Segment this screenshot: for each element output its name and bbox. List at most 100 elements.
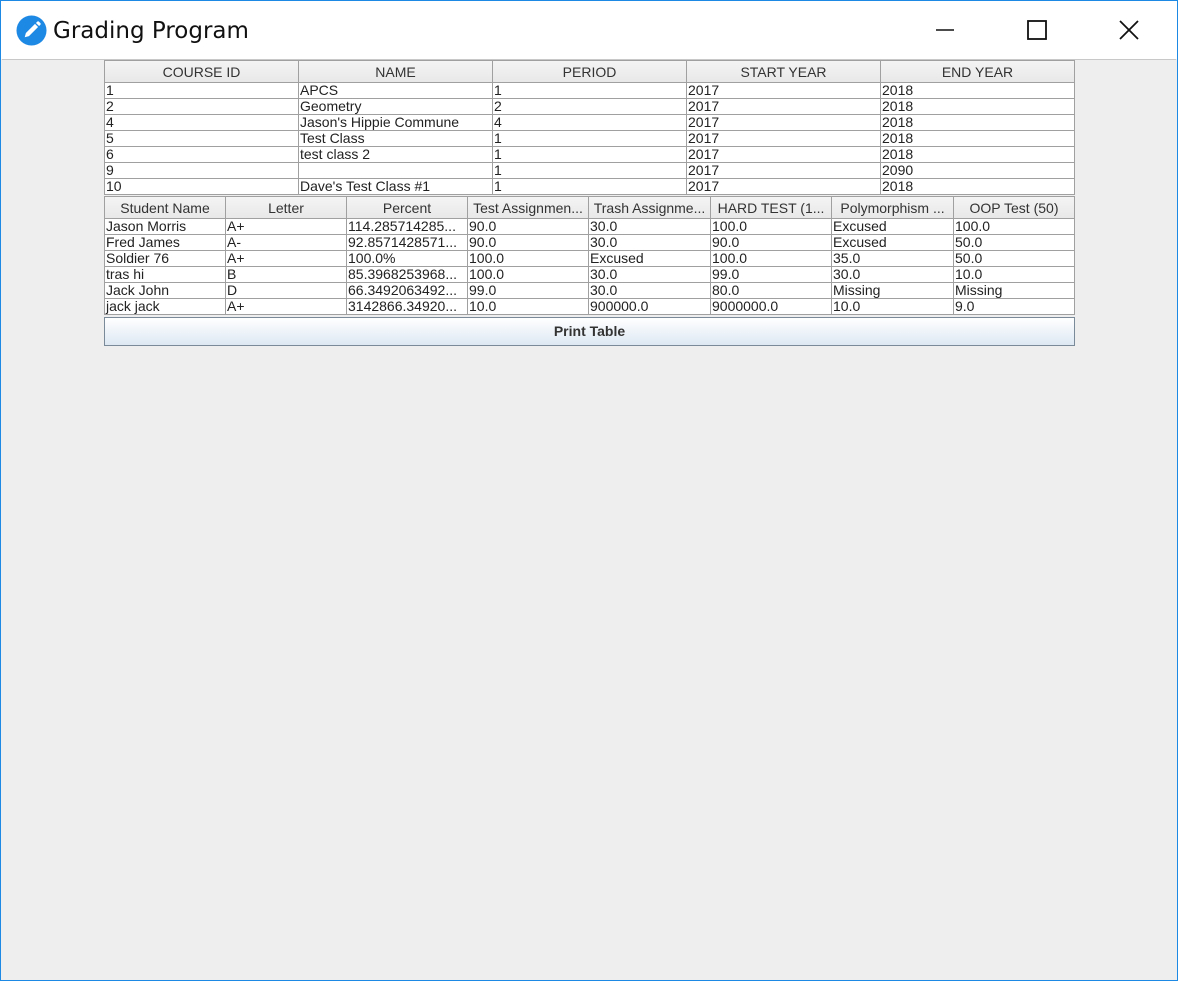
student-row[interactable]: Fred James A- 92.8571428571... 90.0 30.0 90.0… (105, 235, 1075, 251)
column-header-course-id[interactable]: COURSE ID (105, 60, 299, 83)
course-row[interactable]: 6 test class 2 1 2017 2018 (105, 147, 1075, 163)
column-header-oop-test[interactable]: OOP Test (50) (954, 196, 1075, 219)
table-cell[interactable]: B (226, 267, 347, 283)
column-header-end-year[interactable]: END YEAR (881, 60, 1075, 83)
course-row[interactable]: 2 Geometry 2 2017 2018 (105, 99, 1075, 115)
column-header-trash-assignment[interactable]: Trash Assignme... (589, 196, 711, 219)
table-cell[interactable]: APCS (299, 83, 493, 99)
table-cell[interactable]: 2017 (687, 83, 881, 99)
table-cell[interactable]: tras hi (105, 267, 226, 283)
table-cell[interactable]: 2017 (687, 179, 881, 195)
table-cell[interactable]: D (226, 283, 347, 299)
title-bar[interactable]: Grading Program (1, 1, 1177, 59)
table-cell[interactable]: Missing (954, 283, 1075, 299)
column-header-student-name[interactable]: Student Name (105, 196, 226, 219)
table-cell[interactable]: 6 (105, 147, 299, 163)
table-cell[interactable]: 99.0 (468, 283, 589, 299)
table-cell[interactable]: 2 (493, 99, 687, 115)
student-row[interactable]: Jason Morris A+ 114.285714285... 90.0 30.0 10… (105, 219, 1075, 235)
table-cell[interactable]: 2018 (881, 115, 1075, 131)
table-cell[interactable]: 2018 (881, 83, 1075, 99)
table-cell[interactable]: A+ (226, 219, 347, 235)
table-cell[interactable]: 2018 (881, 147, 1075, 163)
table-cell[interactable]: 85.3968253968... (347, 267, 468, 283)
table-cell[interactable]: 35.0 (832, 251, 954, 267)
table-cell[interactable]: 66.3492063492... (347, 283, 468, 299)
table-cell[interactable]: 10.0 (832, 299, 954, 315)
table-cell[interactable]: Jack John (105, 283, 226, 299)
column-header-hard-test[interactable]: HARD TEST (1... (711, 196, 832, 219)
course-row[interactable]: 10 Dave's Test Class #1 1 2017 2018 (105, 179, 1075, 195)
table-cell[interactable]: 2 (105, 99, 299, 115)
table-cell[interactable]: 2018 (881, 179, 1075, 195)
column-header-start-year[interactable]: START YEAR (687, 60, 881, 83)
course-row[interactable]: 9 1 2017 2090 (105, 163, 1075, 179)
table-cell[interactable]: 100.0 (954, 219, 1075, 235)
student-row[interactable]: Jack John D 66.3492063492... 99.0 30.0 80.0 Mi… (105, 283, 1075, 299)
table-cell[interactable]: Excused (832, 235, 954, 251)
table-cell[interactable]: 30.0 (832, 267, 954, 283)
table-cell[interactable]: 30.0 (589, 219, 711, 235)
column-header-period[interactable]: PERIOD (493, 60, 687, 83)
table-cell[interactable]: 5 (105, 131, 299, 147)
table-cell[interactable]: 114.285714285... (347, 219, 468, 235)
table-cell[interactable]: Soldier 76 (105, 251, 226, 267)
table-cell[interactable]: 3142866.34920... (347, 299, 468, 315)
table-cell[interactable]: 99.0 (711, 267, 832, 283)
table-cell[interactable]: 50.0 (954, 235, 1075, 251)
table-cell[interactable]: 100.0% (347, 251, 468, 267)
table-cell[interactable]: 900000.0 (589, 299, 711, 315)
course-row[interactable]: 5 Test Class 1 2017 2018 (105, 131, 1075, 147)
column-header-polymorphism[interactable]: Polymorphism ... (832, 196, 954, 219)
table-cell[interactable]: A- (226, 235, 347, 251)
table-cell[interactable]: 100.0 (711, 251, 832, 267)
table-cell[interactable]: 50.0 (954, 251, 1075, 267)
course-row[interactable]: 4 Jason's Hippie Commune 4 2017 2018 (105, 115, 1075, 131)
table-cell[interactable]: 1 (493, 179, 687, 195)
column-header-name[interactable]: NAME (299, 60, 493, 83)
table-cell[interactable]: 2018 (881, 99, 1075, 115)
minimize-button[interactable] (899, 1, 991, 59)
table-cell[interactable]: 2017 (687, 115, 881, 131)
table-cell[interactable]: 9000000.0 (711, 299, 832, 315)
table-cell[interactable]: A+ (226, 299, 347, 315)
table-cell[interactable]: 100.0 (468, 251, 589, 267)
table-cell[interactable]: 1 (105, 83, 299, 99)
student-row[interactable]: tras hi B 85.3968253968... 100.0 30.0 99.0 30.… (105, 267, 1075, 283)
table-cell[interactable]: 2017 (687, 99, 881, 115)
table-cell[interactable]: 10.0 (954, 267, 1075, 283)
table-cell[interactable]: 2017 (687, 147, 881, 163)
table-cell[interactable]: 1 (493, 83, 687, 99)
student-row[interactable]: Soldier 76 A+ 100.0% 100.0 Excused 100.0 35.0 5… (105, 251, 1075, 267)
table-cell[interactable]: 4 (493, 115, 687, 131)
table-cell[interactable]: 90.0 (711, 235, 832, 251)
table-cell[interactable]: 2017 (687, 163, 881, 179)
table-cell[interactable]: 80.0 (711, 283, 832, 299)
maximize-button[interactable] (991, 1, 1083, 59)
table-cell[interactable]: 100.0 (468, 267, 589, 283)
table-cell[interactable]: 2017 (687, 131, 881, 147)
table-cell[interactable]: 2090 (881, 163, 1075, 179)
column-header-test-assignment[interactable]: Test Assignmen... (468, 196, 589, 219)
table-cell[interactable]: 1 (493, 131, 687, 147)
table-cell[interactable]: 1 (493, 163, 687, 179)
table-cell[interactable]: Excused (832, 219, 954, 235)
table-cell[interactable]: jack jack (105, 299, 226, 315)
table-cell[interactable]: 100.0 (711, 219, 832, 235)
table-cell[interactable]: 30.0 (589, 283, 711, 299)
table-cell[interactable]: 9.0 (954, 299, 1075, 315)
table-cell[interactable]: 90.0 (468, 235, 589, 251)
table-cell[interactable]: 1 (493, 147, 687, 163)
table-cell[interactable]: Excused (589, 251, 711, 267)
table-cell[interactable]: 30.0 (589, 235, 711, 251)
table-cell[interactable]: 4 (105, 115, 299, 131)
table-cell[interactable]: test class 2 (299, 147, 493, 163)
table-cell[interactable]: Dave's Test Class #1 (299, 179, 493, 195)
column-header-percent[interactable]: Percent (347, 196, 468, 219)
table-cell[interactable]: 10 (105, 179, 299, 195)
close-button[interactable] (1083, 1, 1175, 59)
table-cell[interactable]: Jason's Hippie Commune (299, 115, 493, 131)
table-cell[interactable]: Test Class (299, 131, 493, 147)
table-cell[interactable]: Jason Morris (105, 219, 226, 235)
table-cell[interactable]: Geometry (299, 99, 493, 115)
